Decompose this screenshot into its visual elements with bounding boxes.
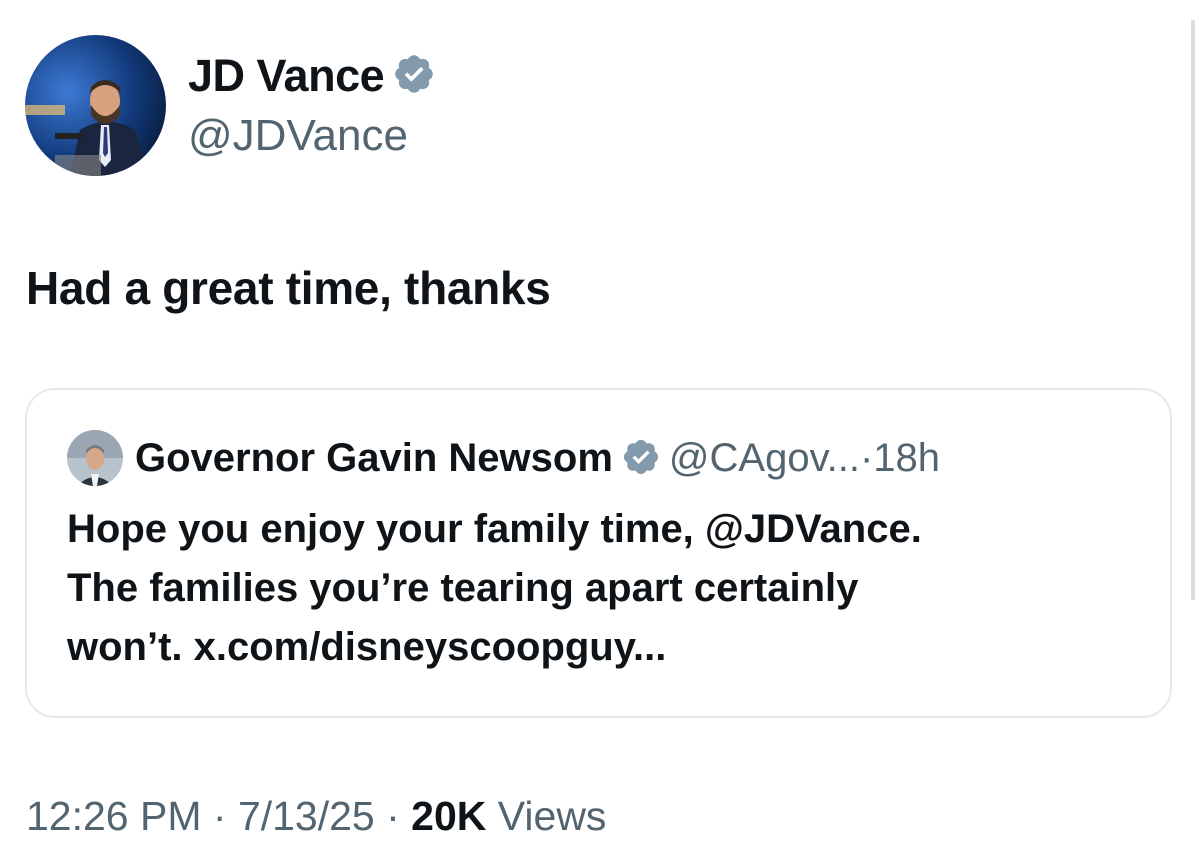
quoted-tweet-text: Hope you enjoy your family time, @JDVanc… [67, 507, 922, 669]
quoted-tweet-card[interactable]: Governor Gavin Newsom @CAgov...·18h Hope … [25, 388, 1172, 718]
author-handle[interactable]: @JDVance [188, 110, 408, 162]
quoted-tweet-header: Governor Gavin Newsom @CAgov...·18h [135, 432, 940, 490]
verified-badge-icon [621, 437, 661, 490]
author-avatar[interactable] [25, 35, 166, 176]
quoted-tweet-time[interactable]: 18h [873, 436, 940, 480]
quoted-author-name[interactable]: Governor Gavin Newsom [135, 436, 613, 480]
quoted-author-avatar[interactable] [67, 430, 123, 486]
separator-dot: · [859, 436, 874, 480]
tweet-time[interactable]: 12:26 PM [26, 793, 202, 839]
views-label: Views [497, 793, 607, 839]
tweet-footer: 12:26 PM · 7/13/25 · 20K Views [26, 793, 607, 839]
tweet-date[interactable]: 7/13/25 [238, 793, 375, 839]
views-count: 20K [411, 793, 487, 839]
verified-badge-icon [392, 52, 436, 107]
quoted-author-handle[interactable]: @CAgov... [669, 436, 860, 480]
author-display-name[interactable]: JD Vance [188, 50, 436, 107]
author-name-text: JD Vance [188, 50, 385, 101]
tweet-text: Had a great time, thanks [26, 262, 551, 314]
scrollbar[interactable] [1191, 20, 1195, 600]
